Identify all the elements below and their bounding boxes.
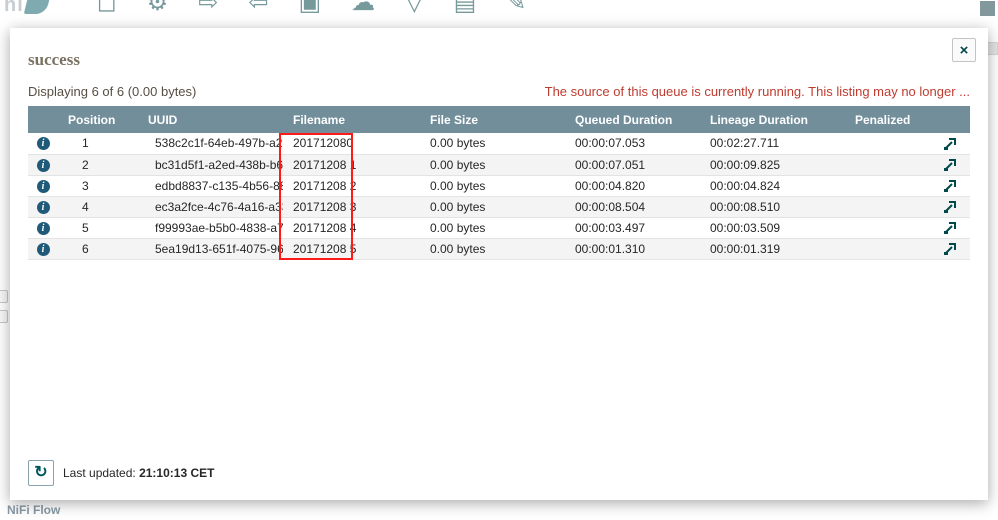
cell-uuid: bc31d5f1-a2ed-438b-b61...	[138, 154, 283, 175]
cell-filename: 20171208 4	[283, 217, 420, 238]
table-header-row: PositionUUIDFilenameFile SizeQueued Dura…	[28, 106, 970, 133]
cell-penalized	[845, 154, 930, 175]
last-updated-label: Last updated:	[63, 466, 136, 480]
last-updated-time: 21:10:13 CET	[139, 466, 214, 480]
table-row: i65ea19d13-651f-4075-961...20171208 50.0…	[28, 238, 970, 259]
cell-file-size: 0.00 bytes	[420, 217, 565, 238]
info-icon[interactable]: i	[37, 243, 50, 256]
queue-running-warning: The source of this queue is currently ru…	[545, 84, 970, 99]
cell-info: i	[28, 133, 58, 154]
column-header[interactable]: Lineage Duration	[700, 106, 845, 133]
cell-lineage-duration: 00:00:08.510	[700, 196, 845, 217]
column-header[interactable]: Filename	[283, 106, 420, 133]
cell-position: 3	[58, 175, 138, 196]
column-header[interactable]	[930, 106, 970, 133]
cell-info: i	[28, 196, 58, 217]
cell-queued-duration: 00:00:04.820	[565, 175, 700, 196]
provenance-icon[interactable]	[943, 158, 957, 172]
cell-uuid: edbd8837-c135-4b56-884...	[138, 175, 283, 196]
provenance-icon[interactable]	[943, 137, 957, 151]
queue-listing-dialog: × success Displaying 6 of 6 (0.00 bytes)…	[10, 28, 988, 500]
refresh-icon: ↻	[34, 465, 47, 481]
queue-table: PositionUUIDFilenameFile SizeQueued Dura…	[28, 106, 970, 260]
cell-penalized	[845, 175, 930, 196]
table-row: i2bc31d5f1-a2ed-438b-b61...20171208 10.0…	[28, 154, 970, 175]
cell-file-size: 0.00 bytes	[420, 154, 565, 175]
cell-lineage-duration: 00:02:27.711	[700, 133, 845, 154]
cell-position: 1	[58, 133, 138, 154]
cell-provenance	[930, 238, 970, 259]
column-header[interactable]: UUID	[138, 106, 283, 133]
cell-lineage-duration: 00:00:04.824	[700, 175, 845, 196]
cell-position: 5	[58, 217, 138, 238]
cell-provenance	[930, 133, 970, 154]
cell-provenance	[930, 217, 970, 238]
provenance-icon[interactable]	[943, 179, 957, 193]
cell-queued-duration: 00:00:03.497	[565, 217, 700, 238]
cell-uuid: ec3a2fce-4c76-4a16-a33...	[138, 196, 283, 217]
cell-lineage-duration: 00:00:01.319	[700, 238, 845, 259]
cell-position: 6	[58, 238, 138, 259]
listing-subbar: Displaying 6 of 6 (0.00 bytes) The sourc…	[28, 84, 970, 99]
cell-penalized	[845, 133, 930, 154]
cell-provenance	[930, 154, 970, 175]
cell-info: i	[28, 154, 58, 175]
table-row: i1538c2c1f-64eb-497b-a25...2017120800.00…	[28, 133, 970, 154]
dialog-footer: ↻ Last updated: 21:10:13 CET	[28, 460, 214, 486]
cell-queued-duration: 00:00:07.053	[565, 133, 700, 154]
table-row: i3edbd8837-c135-4b56-884...20171208 20.0…	[28, 175, 970, 196]
cell-uuid: 538c2c1f-64eb-497b-a25...	[138, 133, 283, 154]
cell-penalized	[845, 217, 930, 238]
cell-uuid: 5ea19d13-651f-4075-961...	[138, 238, 283, 259]
column-header[interactable]: Position	[58, 106, 138, 133]
cell-info: i	[28, 238, 58, 259]
provenance-icon[interactable]	[943, 221, 957, 235]
queue-table-body: i1538c2c1f-64eb-497b-a25...2017120800.00…	[28, 133, 970, 259]
cell-provenance	[930, 196, 970, 217]
cell-file-size: 0.00 bytes	[420, 238, 565, 259]
cell-filename: 20171208 1	[283, 154, 420, 175]
queue-table-wrap: PositionUUIDFilenameFile SizeQueued Dura…	[28, 106, 970, 260]
cell-file-size: 0.00 bytes	[420, 196, 565, 217]
cell-position: 2	[58, 154, 138, 175]
column-header[interactable]: Penalized	[845, 106, 930, 133]
cell-info: i	[28, 217, 58, 238]
cell-file-size: 0.00 bytes	[420, 175, 565, 196]
table-row: i4ec3a2fce-4c76-4a16-a33...20171208 30.0…	[28, 196, 970, 217]
info-icon[interactable]: i	[37, 159, 50, 172]
column-header[interactable]: File Size	[420, 106, 565, 133]
cell-filename: 20171208 5	[283, 238, 420, 259]
cell-queued-duration: 00:00:07.051	[565, 154, 700, 175]
cell-penalized	[845, 196, 930, 217]
provenance-icon[interactable]	[943, 200, 957, 214]
cell-filename: 20171208 2	[283, 175, 420, 196]
cell-uuid: f99993ae-b5b0-4838-a7b...	[138, 217, 283, 238]
cell-position: 4	[58, 196, 138, 217]
provenance-icon[interactable]	[943, 242, 957, 256]
close-button[interactable]: ×	[952, 38, 976, 62]
cell-penalized	[845, 238, 930, 259]
refresh-button[interactable]: ↻	[28, 460, 54, 486]
dialog-title: success	[28, 50, 970, 70]
column-header[interactable]	[28, 106, 58, 133]
cell-filename: 20171208 3	[283, 196, 420, 217]
cell-provenance	[930, 175, 970, 196]
last-updated: Last updated: 21:10:13 CET	[63, 466, 214, 480]
info-icon[interactable]: i	[37, 137, 50, 150]
cell-lineage-duration: 00:00:09.825	[700, 154, 845, 175]
cell-file-size: 0.00 bytes	[420, 133, 565, 154]
displaying-count: Displaying 6 of 6 (0.00 bytes)	[28, 84, 196, 99]
cell-info: i	[28, 175, 58, 196]
info-icon[interactable]: i	[37, 222, 50, 235]
info-icon[interactable]: i	[37, 180, 50, 193]
cell-queued-duration: 00:00:08.504	[565, 196, 700, 217]
info-icon[interactable]: i	[37, 201, 50, 214]
cell-queued-duration: 00:00:01.310	[565, 238, 700, 259]
table-row: i5f99993ae-b5b0-4838-a7b...20171208 40.0…	[28, 217, 970, 238]
cell-filename: 201712080	[283, 133, 420, 154]
column-header[interactable]: Queued Duration	[565, 106, 700, 133]
cell-lineage-duration: 00:00:03.509	[700, 217, 845, 238]
